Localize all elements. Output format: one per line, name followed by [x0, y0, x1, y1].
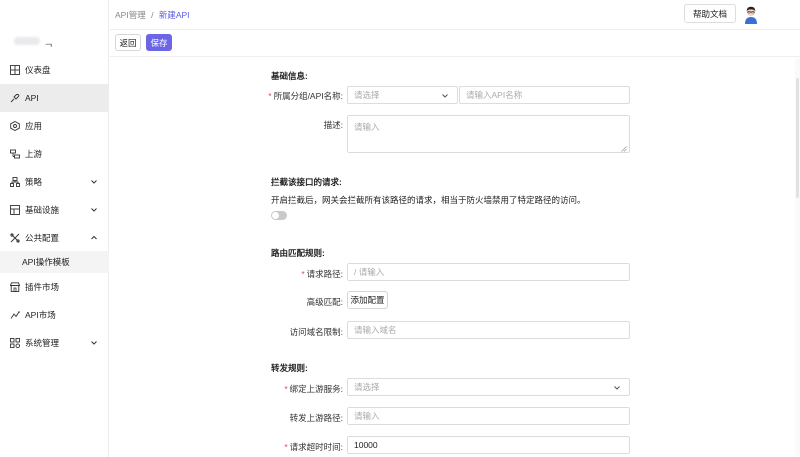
- sidebar-subitem-label: API操作模板: [22, 257, 70, 267]
- sidebar-item-api[interactable]: API: [0, 84, 109, 112]
- section-title-route: 路由匹配规则:: [271, 248, 325, 258]
- sidebar-item-label: 上游: [25, 149, 43, 159]
- breadcrumb-separator: /: [151, 10, 154, 20]
- sidebar-item-label: 公共配置: [25, 233, 60, 243]
- scrollbar-thumb[interactable]: [796, 78, 799, 198]
- upstream-service-select[interactable]: 请选择: [347, 378, 630, 396]
- timeout-label: * 请求超时时间:: [284, 442, 343, 452]
- domain-limit-label: 访问域名限制:: [289, 327, 343, 337]
- chevron-down-icon: [613, 384, 621, 392]
- system-settings-icon: [10, 338, 20, 348]
- app-hexagon-icon: [10, 121, 20, 131]
- sidebar-item-label: API: [25, 93, 39, 103]
- advanced-match-label: 高级匹配:: [306, 297, 343, 307]
- chevron-down-icon: [89, 205, 99, 215]
- infrastructure-icon: [10, 205, 20, 215]
- sidebar-item-system[interactable]: 系统管理: [0, 329, 109, 357]
- api-name-input[interactable]: 请输入API名称: [459, 86, 630, 104]
- domain-limit-input[interactable]: 请输入域名: [347, 321, 630, 339]
- section-title-basic: 基础信息:: [271, 71, 308, 81]
- toggle-knob: [272, 212, 279, 219]
- public-config-icon: [10, 233, 20, 243]
- forward-path-label: 转发上游路径:: [289, 413, 343, 423]
- add-config-button[interactable]: 添加配置: [347, 291, 388, 309]
- upstream-server-icon: [10, 149, 20, 159]
- sidebar-item-label: 系统管理: [25, 338, 60, 348]
- request-path-input[interactable]: / 请输入: [347, 263, 630, 281]
- help-docs-button[interactable]: 帮助文档: [684, 4, 736, 23]
- sidebar-item-label: 仪表盘: [25, 65, 51, 75]
- main-scrollbar[interactable]: [795, 58, 800, 457]
- section-title-forward: 转发规则:: [271, 363, 308, 373]
- app-root: ᆨ 仪表盘 API 应用 上游 策略 基础设施 公共配置 API操作模板 插件市…: [0, 0, 800, 457]
- sidebar-item-public-config[interactable]: 公共配置: [0, 224, 109, 252]
- description-textarea[interactable]: 请输入: [347, 115, 630, 153]
- back-button[interactable]: 返回: [115, 34, 141, 51]
- top-header: API管理 / 新建API 帮助文档: [110, 0, 800, 30]
- user-avatar[interactable]: [741, 4, 761, 24]
- plugin-store-icon: [10, 282, 20, 292]
- timeout-input[interactable]: 10000: [347, 436, 630, 454]
- logo-mark: ᆨ: [44, 37, 54, 49]
- sidebar-item-app[interactable]: 应用: [0, 112, 109, 140]
- intercept-toggle[interactable]: [271, 211, 287, 220]
- sidebar-item-label: 插件市场: [25, 282, 60, 292]
- chevron-down-icon: [441, 92, 449, 100]
- group-select[interactable]: 请选择: [347, 86, 458, 104]
- sidebar-item-policy[interactable]: 策略: [0, 168, 109, 196]
- forward-path-input[interactable]: 请输入: [347, 407, 630, 425]
- sidebar-item-label: 基础设施: [25, 205, 60, 215]
- chevron-down-icon: [89, 177, 99, 187]
- required-asterisk: *: [268, 91, 272, 101]
- api-plug-icon: [10, 93, 20, 103]
- required-asterisk: *: [284, 384, 288, 394]
- api-form: 基础信息: * 所属分组/API名称: 请选择 请输入API名称 描述: 请输入 …: [110, 58, 794, 457]
- breadcrumb-parent[interactable]: API管理: [115, 10, 146, 20]
- intercept-description: 开启拦截后，网关会拦截所有该路径的请求，相当于防火墙禁用了特定路径的访问。: [271, 195, 586, 205]
- request-path-label: * 请求路径:: [301, 269, 343, 279]
- breadcrumb-current: 新建API: [158, 10, 190, 20]
- section-title-intercept: 拦截该接口的请求:: [271, 177, 342, 187]
- group-name-label: * 所属分组/API名称:: [268, 91, 343, 101]
- sidebar: ᆨ 仪表盘 API 应用 上游 策略 基础设施 公共配置 API操作模板 插件市…: [0, 0, 109, 457]
- description-label: 描述:: [323, 120, 343, 130]
- required-asterisk: *: [301, 269, 305, 279]
- sidebar-item-label: API市场: [25, 310, 56, 320]
- sidebar-item-plugin-store[interactable]: 插件市场: [0, 273, 109, 301]
- action-toolbar: 返回 保存: [110, 30, 800, 57]
- sidebar-item-api-market[interactable]: API市场: [0, 301, 109, 329]
- save-button[interactable]: 保存: [146, 34, 172, 51]
- policy-icon: [10, 177, 20, 187]
- resize-grip-icon[interactable]: [621, 144, 627, 152]
- logo-blurred-text: [14, 37, 40, 45]
- dashboard-grid-icon: [10, 65, 20, 75]
- sidebar-subitem-api-template[interactable]: API操作模板: [0, 251, 109, 273]
- logo: ᆨ: [14, 30, 54, 52]
- upstream-service-label: * 绑定上游服务:: [284, 384, 343, 394]
- chevron-down-icon: [89, 338, 99, 348]
- breadcrumb: API管理 / 新建API: [115, 9, 190, 21]
- sidebar-item-infrastructure[interactable]: 基础设施: [0, 196, 109, 224]
- sidebar-item-label: 应用: [25, 121, 43, 131]
- sidebar-item-upstream[interactable]: 上游: [0, 140, 109, 168]
- api-market-icon: [10, 310, 20, 320]
- sidebar-item-dashboard[interactable]: 仪表盘: [0, 56, 109, 84]
- required-asterisk: *: [284, 442, 288, 452]
- chevron-up-icon: [89, 233, 99, 243]
- sidebar-item-label: 策略: [25, 177, 43, 187]
